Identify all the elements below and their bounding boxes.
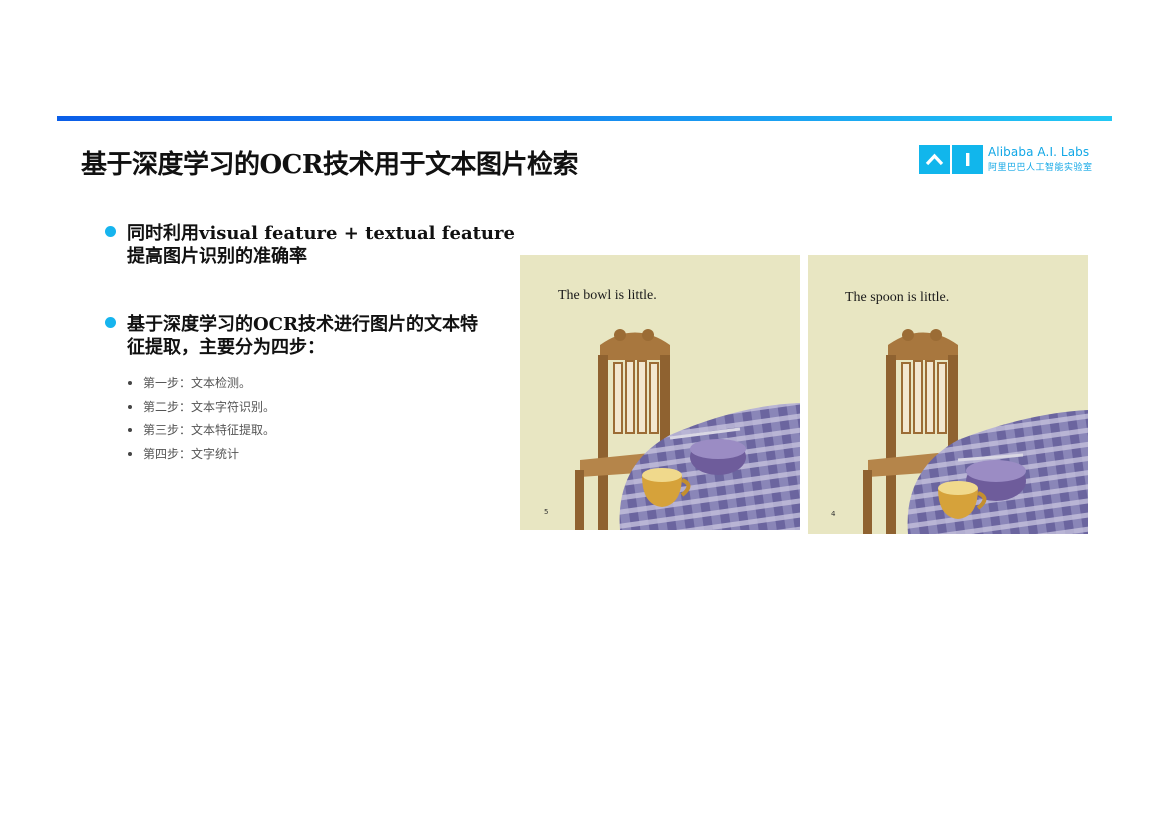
step-item: 第二步：文本字符识别。: [128, 397, 275, 421]
bullet-point-2: 基于深度学习的OCR技术进行图片的文本特 征提取，主要分为四步：: [127, 313, 478, 359]
bullet-point-2-line2: 征提取，主要分为四步：: [127, 337, 325, 358]
ai-logo-icon-i: [952, 145, 983, 174]
step-item-text: 第二步：文本字符识别。: [143, 399, 276, 414]
step-item: 第一步：文本检测。: [128, 373, 275, 397]
bullet-point-2-line1: 基于深度学习的OCR技术进行图片的文本特: [127, 314, 478, 335]
bullet-point-1-line2: 提高图片识别的准确率: [127, 246, 307, 267]
step-item-text: 第一步：文本检测。: [143, 376, 252, 390]
step-item-text: 第三步：文本特征提取。: [143, 423, 276, 437]
bullet-point-1: 同时利用visual feature + textual feature 提高图…: [127, 222, 515, 268]
picture-book-page-spoon: The spoon is little. 4: [808, 255, 1088, 534]
slide-title: 基于深度学习的OCR技术用于文本图片检索: [81, 150, 578, 180]
step-item-text: 第四步：文字统计: [143, 446, 240, 461]
image-caption: The bowl is little.: [558, 288, 657, 303]
sub-bullet-icon: [128, 428, 132, 432]
header-accent-bar: [57, 116, 1112, 121]
bullet-point-1-line1: 同时利用visual feature + textual feature: [127, 223, 515, 244]
bullet-dot-icon: [105, 317, 116, 328]
sub-bullet-icon: [128, 451, 132, 456]
step-list: 第一步：文本检测。 第二步：文本字符识别。 第三步：文本特征提取。 第四步：文字…: [128, 373, 275, 467]
alibaba-ai-labs-logo: Alibaba A.I. Labs 阿里巴巴人工智能实验室: [919, 145, 1093, 175]
step-item: 第四步：文字统计: [128, 444, 275, 468]
bullet-dot-icon: [105, 226, 116, 237]
logo-brand-text: Alibaba A.I. Labs: [988, 145, 1090, 159]
logo-brand-cn-text: 阿里巴巴人工智能实验室: [988, 163, 1093, 173]
sub-bullet-icon: [128, 404, 132, 409]
image-caption: The spoon is little.: [845, 290, 950, 305]
picture-book-page-bowl: The bowl is little. 5: [520, 255, 800, 530]
step-item: 第三步：文本特征提取。: [128, 420, 275, 444]
ai-logo-icon: [919, 145, 950, 174]
page-number: 4: [831, 510, 836, 518]
sub-bullet-icon: [128, 381, 132, 385]
page-number: 5: [544, 508, 549, 516]
